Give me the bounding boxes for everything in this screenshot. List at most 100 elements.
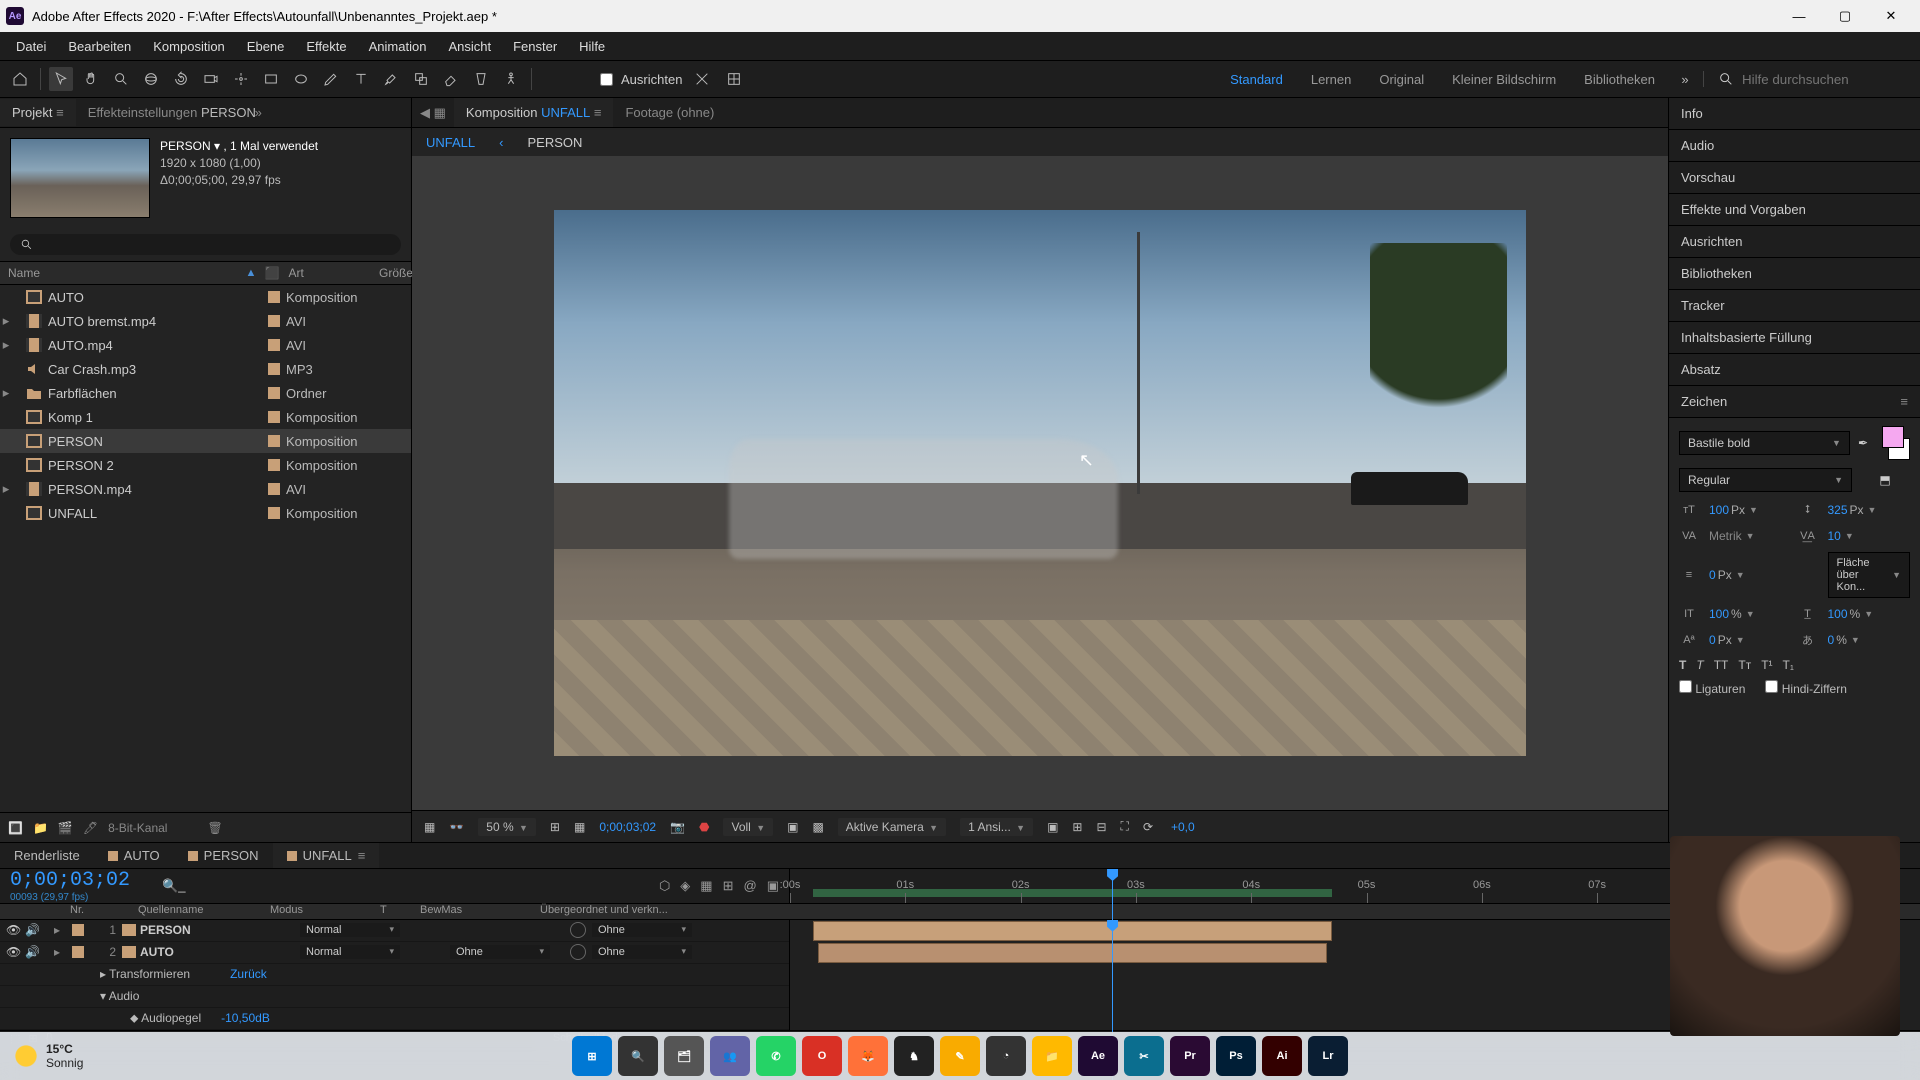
font-size-value[interactable]: 100 Px▼ — [1709, 503, 1792, 517]
taskbar-app[interactable]: ✆ — [756, 1036, 796, 1076]
exposure-value[interactable]: +0,0 — [1171, 820, 1195, 834]
timeline-tab[interactable]: Renderliste — [0, 843, 94, 868]
minimize-button[interactable]: — — [1776, 0, 1822, 32]
refresh-icon[interactable]: ⟳ — [1143, 820, 1153, 834]
subscript-button[interactable]: T₁ — [1783, 658, 1794, 672]
rectangle-tool-icon[interactable] — [259, 67, 283, 91]
hindi-checkbox[interactable]: Hindi-Ziffern — [1765, 680, 1846, 696]
timeline-layer[interactable]: 👁🔊▸2 AUTONormal ▾Ohne ▾Ohne ▾ — [0, 942, 789, 964]
taskbar-app[interactable]: Lr — [1308, 1036, 1348, 1076]
menu-ebene[interactable]: Ebene — [237, 35, 295, 58]
rotate-tool-icon[interactable] — [169, 67, 193, 91]
orbit-tool-icon[interactable] — [139, 67, 163, 91]
project-item[interactable]: PERSONKomposition — [0, 429, 411, 453]
timeline-tab[interactable]: PERSON — [174, 843, 273, 868]
resolution-dropdown[interactable]: Voll ▼ — [723, 818, 773, 836]
timeline-tab[interactable]: UNFALL ≡ — [273, 843, 380, 868]
adjust-icon[interactable]: 🖊 — [83, 821, 98, 835]
taskbar-app[interactable]: ♞ — [894, 1036, 934, 1076]
panel-absatz[interactable]: Absatz — [1669, 354, 1920, 386]
pen-tool-icon[interactable] — [319, 67, 343, 91]
timeline-tab[interactable]: AUTO — [94, 843, 174, 868]
taskbar-app[interactable]: ✂ — [1124, 1036, 1164, 1076]
pickwhip-icon[interactable] — [570, 922, 586, 938]
taskbar-app[interactable]: 👥 — [710, 1036, 750, 1076]
workspace-overflow-icon[interactable]: » — [1673, 67, 1697, 91]
taskbar-app[interactable]: 📁 — [1032, 1036, 1072, 1076]
tracking-value[interactable]: 10▼ — [1828, 529, 1911, 543]
tl-btn1-icon[interactable]: ⬡ — [659, 878, 670, 894]
viewer-timecode[interactable]: 0;00;03;02 — [599, 820, 656, 834]
blend-mode-dropdown[interactable]: Normal ▾ — [300, 923, 400, 937]
trkmat-dropdown[interactable]: Ohne ▾ — [450, 945, 550, 959]
col-type[interactable]: Art — [280, 262, 371, 284]
project-item[interactable]: Komp 1Komposition — [0, 405, 411, 429]
taskbar-app[interactable]: 🦊 — [848, 1036, 888, 1076]
tl-btn6-icon[interactable]: ▣ — [767, 878, 779, 894]
delete-icon[interactable]: 🗑 — [207, 821, 222, 835]
project-item[interactable]: ▸PERSON.mp4AVI — [0, 477, 411, 501]
project-item[interactable]: UNFALLKomposition — [0, 501, 411, 525]
workspace-bibliotheken[interactable]: Bibliotheken — [1584, 72, 1655, 87]
transparency-icon[interactable]: ▩ — [812, 820, 823, 834]
kerning-value[interactable]: Metrik▼ — [1709, 529, 1792, 543]
timeline-search-icon[interactable]: 🔍_ — [162, 878, 185, 894]
parent-dropdown[interactable]: Ohne ▾ — [592, 923, 692, 937]
tl-btn3-icon[interactable]: ▦ — [700, 878, 712, 894]
menu-animation[interactable]: Animation — [359, 35, 437, 58]
view4-icon[interactable]: ⛶ — [1121, 819, 1129, 834]
brush-tool-icon[interactable] — [379, 67, 403, 91]
menu-effekte[interactable]: Effekte — [296, 35, 356, 58]
camera-dropdown[interactable]: Aktive Kamera ▼ — [838, 818, 946, 836]
close-button[interactable]: ✕ — [1868, 0, 1914, 32]
comp-tab[interactable]: Komposition UNFALL ≡ — [454, 98, 614, 127]
interpret-icon[interactable]: 🔳 — [8, 821, 23, 835]
snap-grid-icon[interactable] — [722, 67, 746, 91]
taskbar-app[interactable]: Pr — [1170, 1036, 1210, 1076]
panel-ausrichten[interactable]: Ausrichten — [1669, 226, 1920, 258]
type-tool-icon[interactable] — [349, 67, 373, 91]
taskbar-app[interactable]: O — [802, 1036, 842, 1076]
color-swatches[interactable] — [1876, 426, 1910, 460]
timeline-timecode[interactable]: 0;00;03;02 — [10, 869, 130, 892]
timeline-layer[interactable]: 👁🔊▸1 PERSONNormal ▾Ohne ▾ — [0, 920, 789, 942]
new-folder-icon[interactable]: 📁 — [33, 821, 48, 835]
snap-checkbox[interactable] — [600, 73, 613, 86]
grid-icon[interactable]: ▦ — [574, 820, 585, 834]
ellipse-tool-icon[interactable] — [289, 67, 313, 91]
new-comp-icon[interactable]: 🎬 — [58, 821, 73, 835]
puppet-tool-icon[interactable] — [499, 67, 523, 91]
tl-btn4-icon[interactable]: ⊞ — [723, 878, 734, 894]
panel-info[interactable]: Info — [1669, 98, 1920, 130]
panel-inhaltsbasierte-füllung[interactable]: Inhaltsbasierte Füllung — [1669, 322, 1920, 354]
col-name[interactable]: Name — [0, 262, 246, 284]
taskbar-app[interactable]: Ps — [1216, 1036, 1256, 1076]
font-style-dropdown[interactable]: Regular▼ — [1679, 468, 1852, 492]
menu-bearbeiten[interactable]: Bearbeiten — [58, 35, 141, 58]
channel-icon[interactable]: 👓 — [449, 820, 464, 834]
vscale-value[interactable]: 100 %▼ — [1709, 607, 1792, 621]
project-item[interactable]: ▸AUTO.mp4AVI — [0, 333, 411, 357]
color-icon[interactable]: ⬣ — [699, 820, 709, 834]
blend-mode-dropdown[interactable]: Normal ▾ — [300, 945, 400, 959]
snap-options-icon[interactable] — [690, 67, 714, 91]
view1-icon[interactable]: ▣ — [1047, 820, 1058, 834]
view3-icon[interactable]: ⊟ — [1096, 820, 1106, 834]
magnification-dropdown[interactable]: 50 % ▼ — [478, 818, 536, 836]
tl-btn5-icon[interactable]: @ — [744, 878, 757, 894]
audio-icon[interactable]: 🔊 — [25, 945, 40, 959]
depth-label[interactable]: 8-Bit-Kanal — [108, 821, 167, 835]
superscript-button[interactable]: T¹ — [1761, 658, 1772, 672]
home-icon[interactable] — [8, 67, 32, 91]
italic-button[interactable]: T — [1696, 658, 1703, 672]
res-auto-icon[interactable]: ⊞ — [550, 820, 560, 834]
tsume-value[interactable]: 0 %▼ — [1828, 633, 1911, 647]
workspace-standard[interactable]: Standard — [1230, 72, 1283, 87]
anchor-tool-icon[interactable] — [229, 67, 253, 91]
panel-audio[interactable]: Audio — [1669, 130, 1920, 162]
menu-hilfe[interactable]: Hilfe — [569, 35, 615, 58]
visibility-icon[interactable]: 👁 — [6, 945, 21, 959]
font-family-dropdown[interactable]: Bastile bold▼ — [1679, 431, 1850, 455]
view2-icon[interactable]: ⊞ — [1072, 820, 1082, 834]
effect-controls-tab[interactable]: Effekteinstellungen PERSON » — [76, 99, 268, 126]
